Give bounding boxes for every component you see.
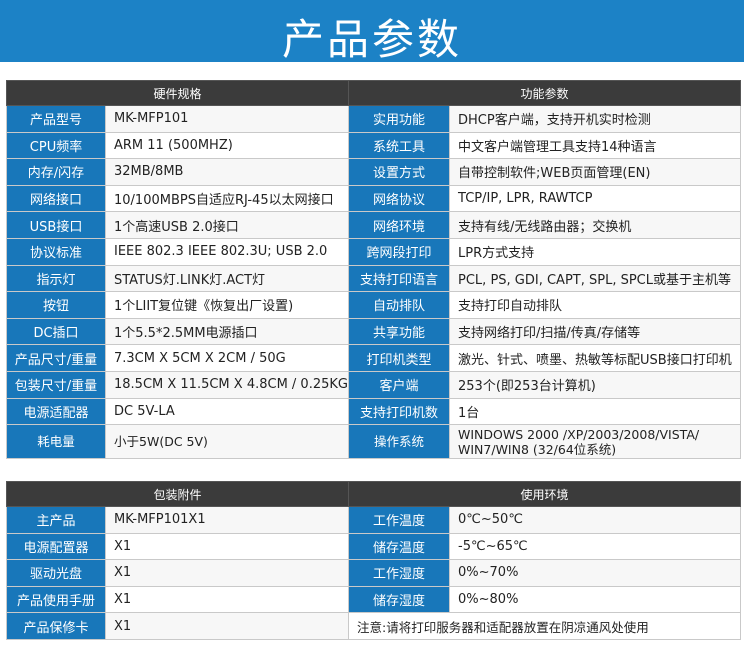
row-value: 支持有线/无线路由器；交换机 — [449, 211, 742, 239]
row-label: 网络接口 — [6, 184, 106, 213]
usage-note: 注意:请将打印服务器和适配器放置在阴凉通风处使用 — [348, 612, 742, 640]
row-label: 客户端 — [348, 370, 451, 399]
row-label: 产品型号 — [6, 105, 106, 133]
row-label: CPU频率 — [6, 131, 106, 160]
row-value: DHCP客户端，支持开机实时检测 — [449, 105, 742, 133]
row-value: IEEE 802.3 IEEE 802.3U; USB 2.0 — [104, 237, 350, 266]
row-label: 工作温度 — [348, 506, 451, 534]
title-banner: 产品参数 — [0, 0, 744, 64]
row-label: 共享功能 — [348, 317, 451, 346]
table-row: 主产品 MK-MFP101X1 工作温度 0℃~50℃ — [6, 506, 742, 534]
row-label: 打印机类型 — [348, 344, 451, 372]
row-label: 包装尺寸/重量 — [6, 370, 106, 399]
row-label: 电源配置器 — [6, 532, 106, 561]
row-value: 中文客户端管理工具支持14种语言 — [449, 131, 742, 160]
row-value: 1个高速USB 2.0接口 — [104, 211, 350, 239]
environment-header: 使用环境 — [348, 481, 742, 507]
row-label: 主产品 — [6, 506, 106, 534]
row-value: TCP/IP, LPR, RAWTCP — [449, 184, 742, 213]
table-row: 驱动光盘 X1 工作湿度 0%~70% — [6, 559, 742, 587]
row-label: USB接口 — [6, 211, 106, 239]
row-value: 1个5.5*2.5MM电源插口 — [104, 317, 350, 346]
row-value: X1 — [104, 559, 350, 587]
row-value: 10/100MBPS自适应RJ-45以太网接口 — [104, 184, 350, 213]
row-label: 指示灯 — [6, 264, 106, 293]
row-label: DC插口 — [6, 317, 106, 346]
row-value: 1个LIIT复位键《恢复出厂设置) — [104, 291, 350, 319]
table-row: 按钮 1个LIIT复位键《恢复出厂设置) 自动排队 支持打印自动排队 — [6, 291, 742, 319]
row-label: 支持打印机数 — [348, 397, 451, 426]
row-label: 系统工具 — [348, 131, 451, 160]
row-label: 网络环境 — [348, 211, 451, 239]
row-value: MK-MFP101X1 — [104, 506, 350, 534]
row-value: 7.3CM X 5CM X 2CM / 50G — [104, 344, 350, 372]
table-row: 包装尺寸/重量 18.5CM X 11.5CM X 4.8CM / 0.25KG… — [6, 370, 742, 399]
row-value: X1 — [104, 612, 350, 640]
row-label: 按钮 — [6, 291, 106, 319]
table-row: 产品使用手册 X1 储存湿度 0%~80% — [6, 585, 742, 614]
table-row: 网络接口 10/100MBPS自适应RJ-45以太网接口 网络协议 TCP/IP… — [6, 184, 742, 213]
row-value: 1台 — [449, 397, 742, 426]
hardware-header: 硬件规格 — [5, 80, 350, 106]
row-value: -5℃~65℃ — [449, 532, 742, 561]
table-row: 电源配置器 X1 储存温度 -5℃~65℃ — [6, 532, 742, 561]
spec-table: 硬件规格 功能参数 产品型号 MK-MFP101 实用功能 DHCP客户端，支持… — [5, 80, 742, 460]
row-value: 18.5CM X 11.5CM X 4.8CM / 0.25KG — [104, 370, 350, 399]
row-label: 支持打印语言 — [348, 264, 451, 293]
row-value: 0%~80% — [449, 585, 742, 614]
row-label: 操作系统 — [348, 424, 451, 460]
table-row: USB接口 1个高速USB 2.0接口 网络环境 支持有线/无线路由器；交换机 — [6, 211, 742, 239]
row-value: 自带控制软件;WEB页面管理(EN) — [449, 158, 742, 186]
row-label: 产品使用手册 — [6, 585, 106, 614]
accessories-header: 包装附件 — [5, 481, 350, 507]
row-label: 设置方式 — [348, 158, 451, 186]
table-row: 产品型号 MK-MFP101 实用功能 DHCP客户端，支持开机实时检测 — [6, 105, 742, 133]
row-value: X1 — [104, 585, 350, 614]
row-value: 253个(即253台计算机) — [449, 370, 742, 399]
row-value: X1 — [104, 532, 350, 561]
row-label: 实用功能 — [348, 105, 451, 133]
table-row: 协议标准 IEEE 802.3 IEEE 802.3U; USB 2.0 跨网段… — [6, 237, 742, 266]
row-label: 驱动光盘 — [6, 559, 106, 587]
row-label: 产品保修卡 — [6, 612, 106, 640]
row-label: 跨网段打印 — [348, 237, 451, 266]
row-label: 储存湿度 — [348, 585, 451, 614]
table-row: 产品尺寸/重量 7.3CM X 5CM X 2CM / 50G 打印机类型 激光… — [6, 344, 742, 372]
row-label: 网络协议 — [348, 184, 451, 213]
row-label: 协议标准 — [6, 237, 106, 266]
row-label: 自动排队 — [348, 291, 451, 319]
row-value: 支持打印自动排队 — [449, 291, 742, 319]
row-label: 产品尺寸/重量 — [6, 344, 106, 372]
table-row: 耗电量 小于5W(DC 5V) 操作系统 WINDOWS 2000 /XP/20… — [6, 424, 742, 460]
row-value: LPR方式支持 — [449, 237, 742, 266]
accessories-table: 包装附件 使用环境 主产品 MK-MFP101X1 工作温度 0℃~50℃ 电源… — [5, 481, 742, 640]
table-row: DC插口 1个5.5*2.5MM电源插口 共享功能 支持网络打印/扫描/传真/存… — [6, 317, 742, 346]
row-value: WINDOWS 2000 /XP/2003/2008/VISTA/ WIN7/W… — [449, 424, 742, 460]
row-value: ARM 11 (500MHZ) — [104, 131, 350, 160]
row-value: PCL, PS, GDI, CAPT, SPL, SPCL或基于主机等 — [449, 264, 742, 293]
row-label: 工作湿度 — [348, 559, 451, 587]
row-value: 32MB/8MB — [104, 158, 350, 186]
table-row: 内存/闪存 32MB/8MB 设置方式 自带控制软件;WEB页面管理(EN) — [6, 158, 742, 186]
row-value: 小于5W(DC 5V) — [104, 424, 350, 460]
page-title: 产品参数 — [281, 15, 462, 64]
table-row: 指示灯 STATUS灯.LINK灯.ACT灯 支持打印语言 PCL, PS, G… — [6, 264, 742, 293]
row-label: 电源适配器 — [6, 397, 106, 426]
row-value: DC 5V-LA — [104, 397, 350, 426]
row-label: 内存/闪存 — [6, 158, 106, 186]
row-value: 0%~70% — [449, 559, 742, 587]
row-label: 耗电量 — [6, 424, 106, 460]
row-value: STATUS灯.LINK灯.ACT灯 — [104, 264, 350, 293]
table-row: 产品保修卡 X1 注意:请将打印服务器和适配器放置在阴凉通风处使用 — [6, 612, 742, 640]
row-value: 激光、针式、喷墨、热敏等标配USB接口打印机 — [449, 344, 742, 372]
row-value: 支持网络打印/扫描/传真/存储等 — [449, 317, 742, 346]
table-row: 电源适配器 DC 5V-LA 支持打印机数 1台 — [6, 397, 742, 426]
function-header: 功能参数 — [348, 80, 742, 106]
row-value: MK-MFP101 — [104, 105, 350, 133]
table-row: CPU频率 ARM 11 (500MHZ) 系统工具 中文客户端管理工具支持14… — [6, 131, 742, 160]
row-label: 储存温度 — [348, 532, 451, 561]
row-value: 0℃~50℃ — [449, 506, 742, 534]
